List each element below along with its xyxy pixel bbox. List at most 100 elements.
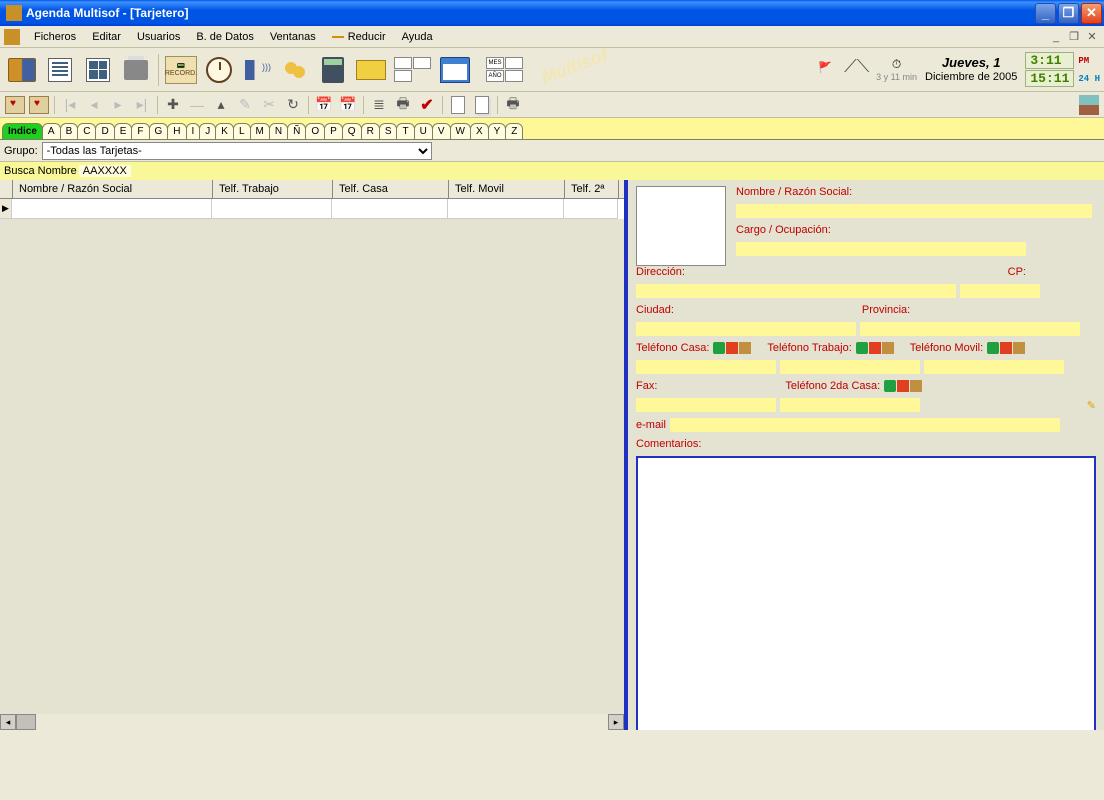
mini-calendars-icon[interactable]: MESAÑO bbox=[475, 52, 535, 88]
tel-trabajo-icons[interactable] bbox=[856, 342, 894, 354]
tab-s[interactable]: S bbox=[379, 123, 398, 139]
tab-e[interactable]: E bbox=[114, 123, 133, 139]
menu-reducir[interactable]: Reducir bbox=[324, 29, 394, 45]
coins-icon[interactable] bbox=[277, 52, 313, 88]
check-button[interactable]: ✔ bbox=[416, 94, 438, 116]
printer-icon[interactable] bbox=[118, 52, 154, 88]
cell-casa[interactable] bbox=[332, 199, 448, 219]
field-ciudad[interactable] bbox=[636, 322, 856, 336]
add-button[interactable]: ✚ bbox=[162, 94, 184, 116]
tab-k[interactable]: K bbox=[215, 123, 234, 139]
tab-p[interactable]: P bbox=[324, 123, 343, 139]
grupo-select[interactable]: -Todas las Tarjetas- bbox=[42, 142, 432, 160]
scroll-left-button[interactable]: ◂ bbox=[0, 714, 16, 730]
field-nombre[interactable] bbox=[736, 204, 1092, 218]
minimize-button[interactable]: _ bbox=[1035, 3, 1056, 24]
tab-indice[interactable]: Indice bbox=[2, 123, 43, 139]
list-view-icon[interactable] bbox=[42, 52, 78, 88]
tab-c[interactable]: C bbox=[77, 123, 96, 139]
mdi-close[interactable]: ✕ bbox=[1084, 29, 1100, 45]
menu-bdatos[interactable]: B. de Datos bbox=[188, 29, 261, 45]
cell-movil[interactable] bbox=[448, 199, 564, 219]
tel-casa-icons[interactable] bbox=[713, 342, 751, 354]
tab-b[interactable]: B bbox=[60, 123, 79, 139]
tab-t[interactable]: T bbox=[396, 123, 414, 139]
tab-r[interactable]: R bbox=[361, 123, 380, 139]
date-picker-icon[interactable]: 📅 bbox=[313, 94, 335, 116]
menu-ficheros[interactable]: Ficheros bbox=[26, 29, 84, 45]
copy-page-icon[interactable] bbox=[471, 94, 493, 116]
maximize-button[interactable]: ❐ bbox=[1058, 3, 1079, 24]
search-value[interactable]: AAXXXX bbox=[79, 165, 131, 177]
photo-box[interactable] bbox=[636, 186, 726, 266]
field-tel-2casa[interactable] bbox=[780, 398, 920, 412]
menu-ventanas[interactable]: Ventanas bbox=[262, 29, 324, 45]
mdi-minimize[interactable]: _ bbox=[1048, 29, 1064, 45]
tab-g[interactable]: G bbox=[149, 123, 169, 139]
calculator-icon[interactable] bbox=[315, 52, 351, 88]
field-tel-trabajo[interactable] bbox=[780, 360, 920, 374]
month-calendar-icon[interactable] bbox=[437, 52, 473, 88]
nav-first-icon[interactable]: |◂ bbox=[59, 94, 81, 116]
tab-v[interactable]: V bbox=[432, 123, 451, 139]
record-icon[interactable]: 📟RECORD. bbox=[163, 52, 199, 88]
address-book-icon[interactable] bbox=[4, 52, 40, 88]
print-icon[interactable]: 🖶 bbox=[502, 94, 524, 116]
new-page-icon[interactable] bbox=[447, 94, 469, 116]
tel-movil-icons[interactable] bbox=[987, 342, 1025, 354]
time-picker-icon[interactable]: 📅 bbox=[337, 94, 359, 116]
tab-w[interactable]: W bbox=[450, 123, 471, 139]
calendar-grid-icon[interactable] bbox=[391, 52, 435, 88]
cut-button[interactable]: ✂ bbox=[258, 94, 280, 116]
tab-m[interactable]: M bbox=[250, 123, 270, 139]
flag-icon[interactable]: 🚩 bbox=[818, 61, 836, 79]
nav-next-icon[interactable]: ▸ bbox=[107, 94, 129, 116]
tab-u[interactable]: U bbox=[414, 123, 433, 139]
mdi-restore[interactable]: ❐ bbox=[1066, 29, 1082, 45]
ruler-icon[interactable] bbox=[353, 52, 389, 88]
fav-book-1-icon[interactable] bbox=[4, 94, 26, 116]
sound-icon[interactable] bbox=[239, 52, 275, 88]
scroll-right-button[interactable]: ▸ bbox=[608, 714, 624, 730]
scroll-thumb[interactable] bbox=[16, 714, 36, 730]
edit-button[interactable]: ✎ bbox=[234, 94, 256, 116]
col-telf-trabajo[interactable]: Telf. Trabajo bbox=[213, 180, 333, 198]
field-cargo[interactable] bbox=[736, 242, 1026, 256]
col-nombre[interactable]: Nombre / Razón Social bbox=[13, 180, 213, 198]
table-row[interactable]: ▶ bbox=[0, 199, 624, 219]
nav-prev-icon[interactable]: ◂ bbox=[83, 94, 105, 116]
cell-trabajo[interactable] bbox=[212, 199, 332, 219]
tab-a[interactable]: A bbox=[42, 123, 61, 139]
tab-l[interactable]: L bbox=[233, 123, 251, 139]
field-email[interactable] bbox=[670, 418, 1060, 432]
tab-z[interactable]: Z bbox=[505, 123, 523, 139]
field-provincia[interactable] bbox=[860, 322, 1080, 336]
scroll-track[interactable] bbox=[16, 714, 608, 730]
remove-button[interactable]: — bbox=[186, 94, 208, 116]
field-tel-movil[interactable] bbox=[924, 360, 1064, 374]
close-button[interactable]: ✕ bbox=[1081, 3, 1102, 24]
print-small-icon[interactable]: 🖶 bbox=[392, 94, 414, 116]
sort-icon[interactable]: ≣ bbox=[368, 94, 390, 116]
cell-2[interactable] bbox=[564, 199, 618, 219]
pencil-icon[interactable]: ✎ bbox=[1087, 399, 1096, 412]
tab-y[interactable]: Y bbox=[488, 123, 507, 139]
horizontal-scrollbar[interactable]: ◂ ▸ bbox=[0, 714, 624, 730]
col-telf-2[interactable]: Telf. 2ª bbox=[565, 180, 619, 198]
tab-f[interactable]: F bbox=[131, 123, 149, 139]
field-direccion[interactable] bbox=[636, 284, 956, 298]
tab-i[interactable]: I bbox=[186, 123, 201, 139]
comments-textarea[interactable] bbox=[636, 456, 1096, 730]
tab-q[interactable]: Q bbox=[342, 123, 362, 139]
clock-icon[interactable] bbox=[201, 52, 237, 88]
menu-editar[interactable]: Editar bbox=[84, 29, 129, 45]
col-telf-casa[interactable]: Telf. Casa bbox=[333, 180, 449, 198]
nav-last-icon[interactable]: ▸| bbox=[131, 94, 153, 116]
col-telf-movil[interactable]: Telf. Movil bbox=[449, 180, 565, 198]
tab-n[interactable]: N bbox=[269, 123, 288, 139]
tel-2casa-icons[interactable] bbox=[884, 380, 922, 392]
tab-o[interactable]: O bbox=[305, 123, 325, 139]
tab-j[interactable]: J bbox=[199, 123, 216, 139]
grid-view-icon[interactable] bbox=[80, 52, 116, 88]
cell-nombre[interactable] bbox=[12, 199, 212, 219]
